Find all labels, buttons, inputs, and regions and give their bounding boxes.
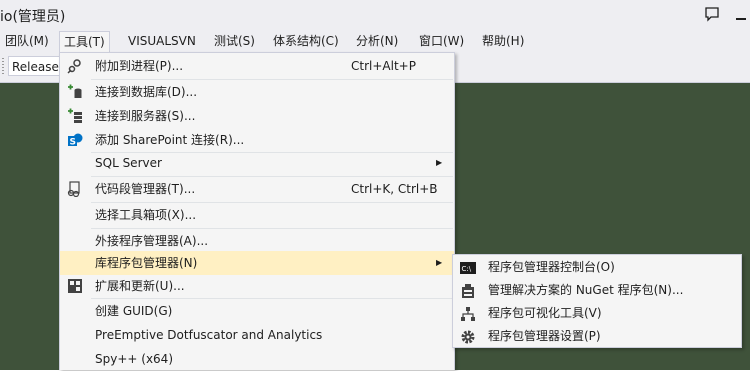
menu-item-label: 扩展和更新(U)... bbox=[95, 279, 185, 293]
menu-item-code-snippets-manager[interactable]: 代码段管理器(T)... Ctrl+K, Ctrl+B bbox=[60, 177, 454, 201]
menu-item-label: 连接到服务器(S)... bbox=[95, 109, 196, 123]
menu-item-connect-server[interactable]: 连接到服务器(S)... bbox=[60, 104, 454, 128]
menu-item-label: 创建 GUID(G) bbox=[95, 304, 173, 318]
submenu-arrow-icon: ▶ bbox=[436, 258, 443, 267]
solution-configuration-combo[interactable]: Release bbox=[8, 56, 60, 76]
menu-item-label: 添加 SharePoint 连接(R)... bbox=[95, 133, 245, 147]
menu-item-label: 连接到数据库(D)... bbox=[95, 85, 198, 99]
menu-test[interactable]: 测试(S) bbox=[214, 30, 255, 52]
menu-item-shortcut: Ctrl+Alt+P bbox=[351, 59, 416, 73]
window-title: io(管理员) bbox=[0, 9, 66, 25]
menu-item-label: Spy++ (x64) bbox=[95, 352, 173, 366]
menu-window[interactable]: 窗口(W) bbox=[419, 30, 464, 52]
submenu-item-label: 管理解决方案的 NuGet 程序包(N)... bbox=[488, 283, 684, 297]
menu-help[interactable]: 帮助(H) bbox=[482, 30, 524, 52]
submenu-item-package-manager-settings[interactable]: 程序包管理器设置(P) bbox=[453, 325, 741, 348]
menu-item-label: 库程序包管理器(N) bbox=[95, 256, 198, 270]
gear-icon bbox=[461, 330, 475, 344]
menu-team[interactable]: 团队(M) bbox=[5, 30, 49, 52]
minimize-icon[interactable] bbox=[733, 5, 749, 23]
menu-item-extensions-and-updates[interactable]: 扩展和更新(U)... bbox=[60, 274, 454, 298]
sharepoint-icon: S bbox=[68, 133, 83, 148]
submenu-item-package-manager-console[interactable]: C:\ 程序包管理器控制台(O) bbox=[453, 256, 741, 279]
menu-item-shortcut: Ctrl+K, Ctrl+B bbox=[351, 182, 438, 196]
submenu-item-label: 程序包可视化工具(V) bbox=[488, 306, 602, 320]
submenu-item-label: 程序包管理器控制台(O) bbox=[488, 260, 615, 274]
menu-item-connect-database[interactable]: 连接到数据库(D)... bbox=[60, 80, 454, 104]
menu-item-create-guid[interactable]: 创建 GUID(G) bbox=[60, 299, 454, 323]
menu-item-label: SQL Server bbox=[95, 156, 162, 170]
submenu-item-package-visualizer[interactable]: 程序包可视化工具(V) bbox=[453, 302, 741, 325]
hierarchy-icon bbox=[461, 307, 475, 321]
feedback-icon[interactable] bbox=[703, 5, 721, 23]
extensions-icon bbox=[68, 279, 82, 293]
menu-item-attach-to-process[interactable]: 附加到进程(P)... Ctrl+Alt+P bbox=[60, 54, 454, 78]
menu-bar: 团队(M) 工具(T) VISUALSVN 测试(S) 体系结构(C) 分析(N… bbox=[0, 30, 750, 53]
menu-item-add-in-manager[interactable]: 外接程序管理器(A)... bbox=[60, 229, 454, 253]
svg-text:C:\: C:\ bbox=[462, 265, 472, 273]
menu-item-library-package-manager[interactable]: 库程序包管理器(N) ▶ bbox=[60, 251, 454, 275]
menu-item-choose-toolbox-items[interactable]: 选择工具箱项(X)... bbox=[60, 203, 454, 227]
menu-item-spy-plus-plus[interactable]: Spy++ (x64) bbox=[60, 347, 454, 371]
code-snippets-icon bbox=[67, 181, 80, 197]
submenu-item-label: 程序包管理器设置(P) bbox=[488, 329, 601, 343]
tools-menu: 附加到进程(P)... Ctrl+Alt+P 连接到数据库(D)... 连接到服… bbox=[59, 52, 455, 370]
package-manager-submenu: C:\ 程序包管理器控制台(O) 管理解决方案的 NuGet 程序包(N)...… bbox=[452, 254, 742, 348]
menu-item-label: 外接程序管理器(A)... bbox=[95, 234, 209, 248]
menu-visualsvn[interactable]: VISUALSVN bbox=[128, 30, 196, 52]
console-icon: C:\ bbox=[460, 262, 476, 274]
menu-tools[interactable]: 工具(T) bbox=[59, 31, 110, 53]
nuget-package-icon bbox=[462, 284, 474, 298]
menu-item-label: 附加到进程(P)... bbox=[95, 59, 184, 73]
connect-server-icon bbox=[68, 108, 82, 123]
menu-item-label: 代码段管理器(T)... bbox=[95, 182, 196, 196]
svg-text:S: S bbox=[70, 138, 76, 148]
title-bar: io(管理员) bbox=[0, 0, 750, 30]
menu-item-label: PreEmptive Dotfuscator and Analytics bbox=[95, 328, 323, 342]
menu-architecture[interactable]: 体系结构(C) bbox=[273, 30, 339, 52]
toolbar-grip[interactable] bbox=[2, 58, 4, 74]
menu-item-add-sharepoint-connection[interactable]: S 添加 SharePoint 连接(R)... bbox=[60, 128, 454, 152]
menu-item-label: 选择工具箱项(X)... bbox=[95, 208, 197, 222]
menu-item-sql-server[interactable]: SQL Server ▶ bbox=[60, 151, 454, 175]
menu-analyze[interactable]: 分析(N) bbox=[356, 30, 398, 52]
attach-process-icon bbox=[67, 59, 81, 74]
submenu-item-manage-nuget-packages[interactable]: 管理解决方案的 NuGet 程序包(N)... bbox=[453, 279, 741, 302]
connect-database-icon bbox=[68, 84, 82, 98]
submenu-arrow-icon: ▶ bbox=[436, 158, 443, 167]
menu-item-preemptive-dotfuscator[interactable]: PreEmptive Dotfuscator and Analytics bbox=[60, 323, 454, 347]
